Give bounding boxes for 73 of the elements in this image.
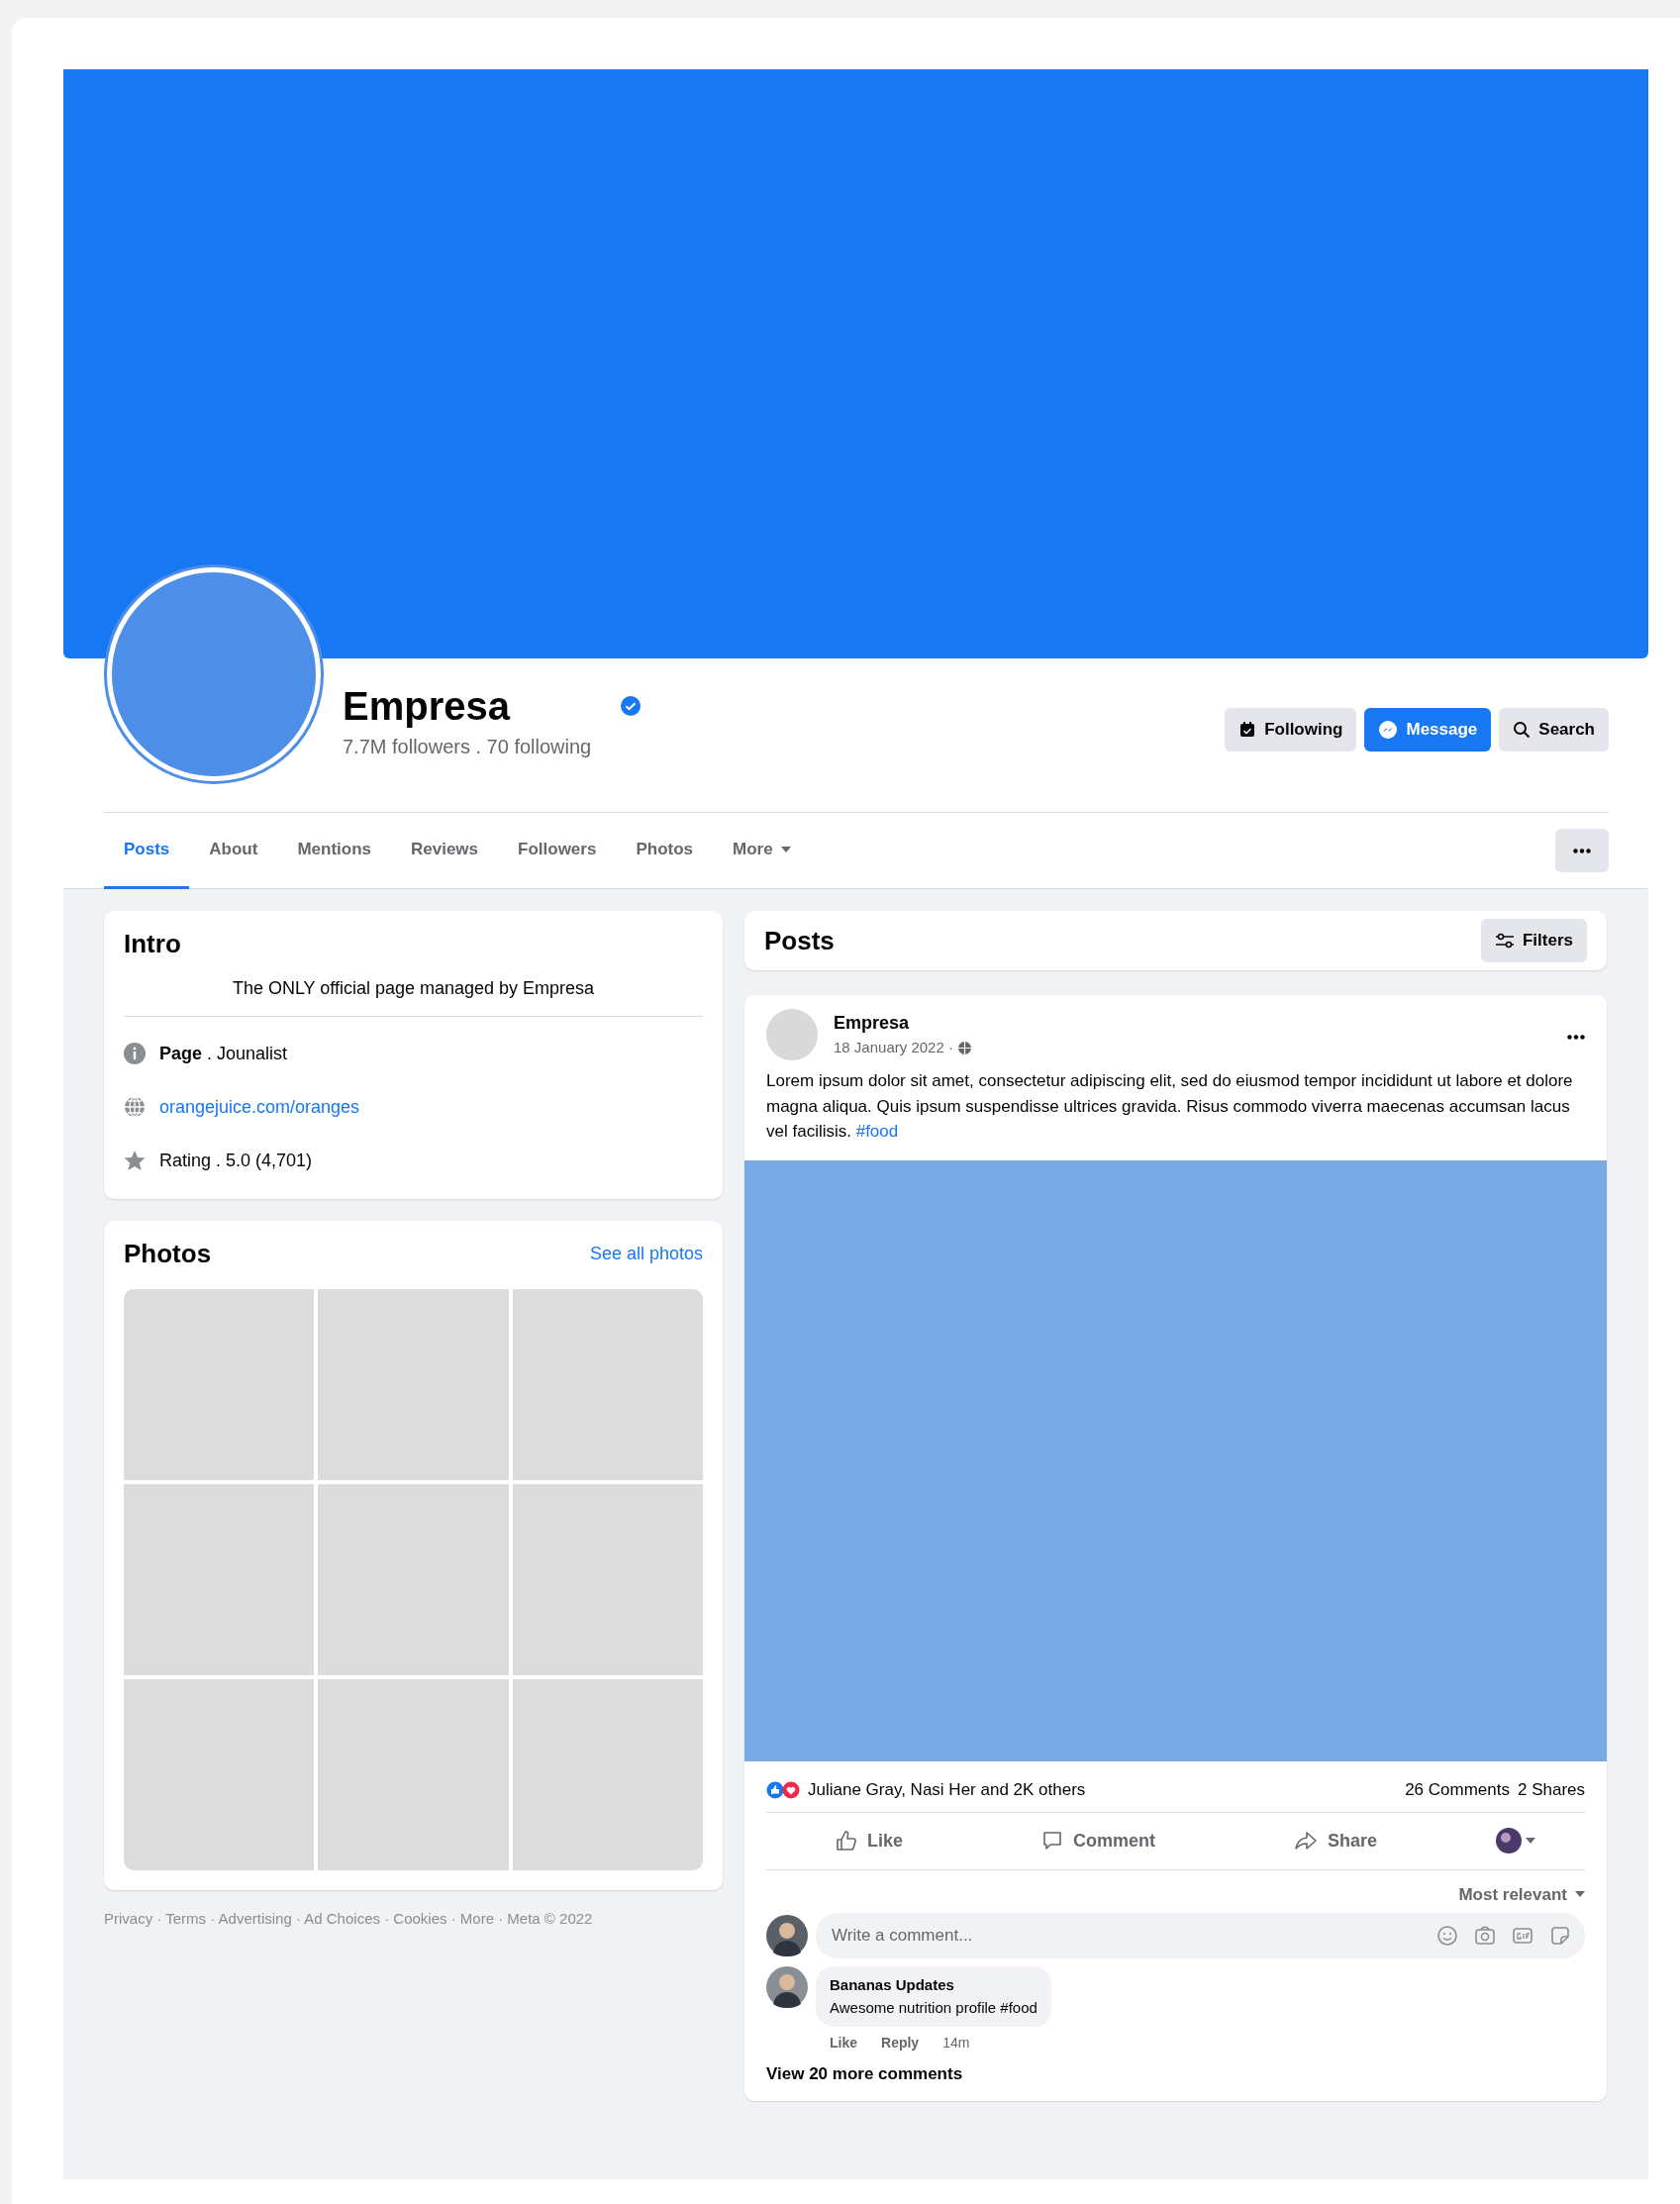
comment-count[interactable]: 26 Comments — [1405, 1777, 1510, 1803]
search-icon — [1513, 721, 1532, 739]
photo-placeholder[interactable] — [124, 1289, 315, 1480]
commenter-avatar — [766, 1966, 808, 2008]
sticker-icon[interactable] — [1549, 1925, 1571, 1947]
camera-icon[interactable] — [1474, 1925, 1496, 1947]
comment-author[interactable]: Bananas Updates — [830, 1974, 1038, 1997]
gif-icon[interactable] — [1512, 1925, 1533, 1947]
author-avatar — [766, 1009, 818, 1060]
info-icon — [124, 1043, 146, 1064]
hashtag-link[interactable]: #food — [855, 1122, 899, 1141]
tab[interactable]: Reviews — [391, 812, 499, 889]
share-button[interactable]: Share — [1273, 1819, 1397, 1862]
star-icon — [124, 1150, 146, 1171]
photo-placeholder[interactable] — [318, 1484, 509, 1675]
calendar-icon — [1238, 721, 1257, 739]
comment-button[interactable]: Comment — [1022, 1819, 1175, 1862]
tab[interactable]: Followers — [498, 812, 617, 889]
tab[interactable]: Mentions — [277, 812, 391, 889]
speech-bubble-icon — [1041, 1830, 1063, 1852]
share-arrow-icon — [1293, 1830, 1318, 1852]
user-avatar — [766, 1915, 808, 1956]
caret-icon — [1575, 1891, 1585, 1898]
post-date: 18 January 2022 · — [834, 1038, 953, 1058]
following-button[interactable]: Following — [1225, 708, 1357, 751]
emoji-icon[interactable] — [1436, 1925, 1458, 1947]
caret-icon — [1525, 1838, 1535, 1844]
share-count[interactable]: 2 Shares — [1517, 1777, 1585, 1803]
page-name: Empresa — [343, 684, 510, 728]
footer-links: Privacy · Terms · Advertising · Ad Choices · Cookies · More · Meta © 2022 — [104, 1909, 594, 1929]
filters-button[interactable]: Filters — [1480, 919, 1587, 962]
thumbs-up-icon — [836, 1830, 857, 1852]
post-text: Lorem ipsum dolor sit amet, consectetur adipiscing elit, sed do eiusmod tempor incididunt ut labore et dolore magna aliqua. Quis ipsum suspendisse ultrices gravida. Risus commodo viverra maecenas accumsan lacus vel facilisis. #food — [766, 1070, 1574, 1143]
message-button[interactable]: Message — [1364, 708, 1492, 751]
photo-placeholder[interactable] — [512, 1484, 703, 1675]
comment-field[interactable]: Write a comment... — [816, 1913, 1585, 1958]
see-all-photos-link[interactable]: See all photos — [589, 1241, 703, 1267]
audience-selector[interactable] — [1495, 1828, 1535, 1853]
post-author[interactable]: Empresa — [834, 1010, 972, 1038]
photo-placeholder[interactable] — [318, 1289, 509, 1480]
more-options-button[interactable] — [1555, 829, 1609, 872]
photo-placeholder[interactable] — [512, 1289, 703, 1480]
tab[interactable]: More — [713, 812, 811, 889]
globe-icon — [124, 1096, 146, 1118]
comment-action-link[interactable]: Like — [830, 2033, 857, 2054]
category-text: Page . Jounalist — [159, 1042, 288, 1065]
filter-sliders-icon — [1494, 933, 1515, 949]
reaction-icons — [766, 1781, 800, 1799]
more-icon — [1567, 1035, 1585, 1041]
view-more-comments-link[interactable]: View 20 more comments — [766, 2061, 963, 2087]
website-link[interactable]: orangejuice.com/oranges — [159, 1093, 360, 1121]
search-button[interactable]: Search — [1499, 708, 1609, 751]
more-icon — [1573, 848, 1591, 853]
photo-placeholder[interactable] — [124, 1484, 315, 1675]
tab[interactable]: Photos — [616, 812, 713, 889]
like-button[interactable]: Like — [816, 1819, 923, 1862]
photo-placeholder[interactable] — [124, 1679, 315, 1870]
tab[interactable]: About — [189, 812, 278, 889]
avatar-icon — [1495, 1828, 1522, 1853]
section-title: Posts — [764, 924, 835, 957]
comment-time: 14m — [942, 2034, 970, 2053]
messenger-icon — [1378, 720, 1399, 740]
photo-placeholder[interactable] — [318, 1679, 509, 1870]
intro-bio: The ONLY official page managed by Empresa — [124, 963, 703, 1017]
reaction-summary[interactable]: Juliane Gray, Nasi Her and 2K others — [808, 1777, 1086, 1803]
follower-stats: 7.7M followers . 70 following — [343, 735, 593, 759]
card-title: Photos — [124, 1238, 212, 1270]
comment-action-link[interactable]: Reply — [881, 2033, 920, 2054]
card-title: Intro — [124, 928, 182, 960]
photo-placeholder[interactable] — [512, 1679, 703, 1870]
comment-text: Awesome nutrition profile #food — [830, 1997, 1038, 2018]
sort-dropdown[interactable]: Most relevant — [1458, 1881, 1585, 1907]
rating-text: Rating . 5.0 (4,701) — [159, 1149, 313, 1172]
